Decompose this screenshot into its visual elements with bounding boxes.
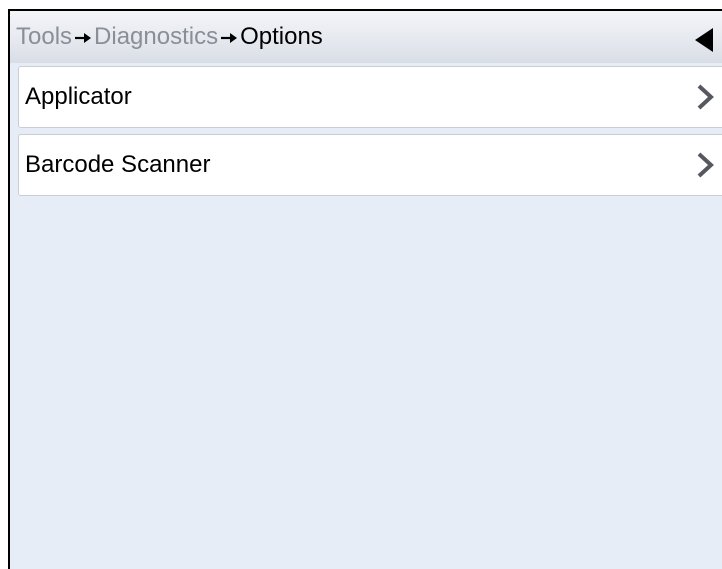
list-item-label: Barcode Scanner: [25, 151, 211, 178]
list-item-label: Applicator: [25, 83, 132, 110]
app-window: Tools Diagnostics Options Applicator Barco…: [8, 9, 722, 569]
breadcrumb-item-diagnostics[interactable]: Diagnostics: [94, 23, 218, 50]
list-item-barcode-scanner[interactable]: Barcode Scanner: [18, 134, 722, 196]
chevron-right-icon: [697, 84, 714, 110]
breadcrumb: Tools Diagnostics Options: [16, 23, 323, 51]
chevron-right-icon: [697, 152, 714, 178]
breadcrumb-item-tools[interactable]: Tools: [16, 23, 72, 50]
list-item-applicator[interactable]: Applicator: [18, 66, 722, 128]
breadcrumb-item-options: Options: [240, 23, 323, 50]
back-triangle-icon[interactable]: [693, 27, 715, 53]
arrow-right-icon: [221, 32, 238, 43]
arrow-right-icon: [75, 32, 92, 43]
options-list: Applicator Barcode Scanner: [18, 66, 722, 202]
header-bar: Tools Diagnostics Options: [10, 11, 722, 63]
